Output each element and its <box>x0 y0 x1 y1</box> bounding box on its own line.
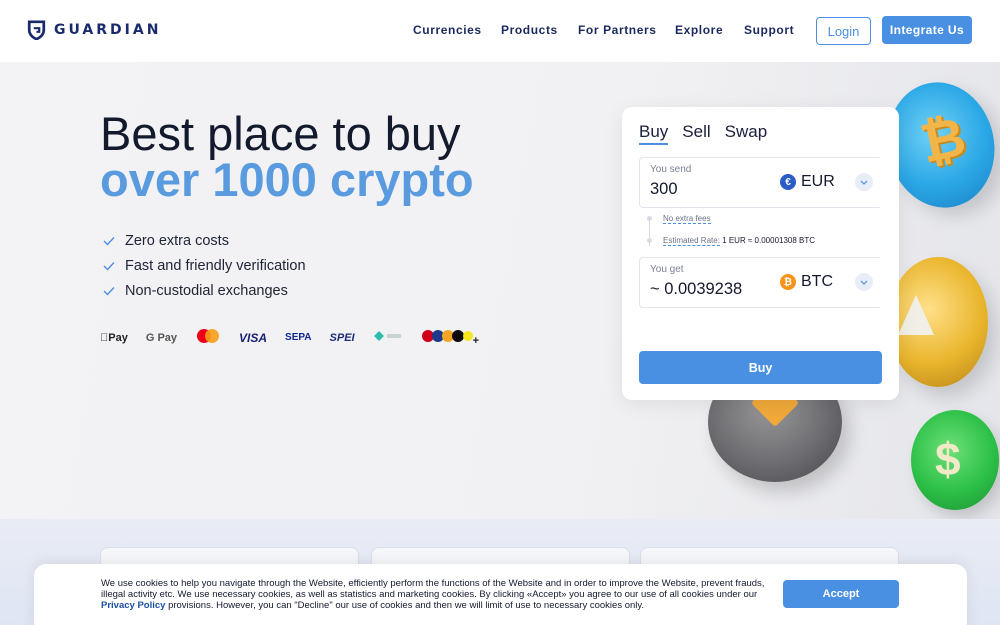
mastercard-icon <box>195 328 221 347</box>
logo-text: GUARDIAN <box>54 22 162 38</box>
cookie-text: We use cookies to help you navigate thro… <box>101 578 771 611</box>
google-pay-icon: G Pay <box>137 331 177 344</box>
rate-dot <box>647 238 652 243</box>
apple-logo-icon:  <box>100 332 108 344</box>
no-fees-label: No extra fees <box>663 214 711 224</box>
hero-title-line2: over 1000 crypto <box>100 153 474 206</box>
feature-label: Fast and friendly verification <box>125 257 306 274</box>
sepa-icon: SEPA <box>276 332 312 343</box>
cookie-text-part2: provisions. However, you can "Decline" o… <box>165 600 645 611</box>
nav-explore[interactable]: Explore <box>675 23 723 37</box>
send-amount-input[interactable]: 300 <box>650 180 678 199</box>
feature-item: Non-custodial exchanges <box>103 278 306 303</box>
get-currency-select[interactable]: ₿ BTC <box>770 258 882 307</box>
send-label: You send <box>650 164 692 175</box>
ethereum-symbol-icon <box>898 295 934 335</box>
check-icon <box>103 286 115 296</box>
feature-label: Non-custodial exchanges <box>125 282 288 299</box>
stablecoin-symbol: $ <box>935 433 961 485</box>
apple-pay-icon: Pay <box>100 332 128 344</box>
rate-value: 1 EUR ≈ 0.00001308 BTC <box>722 236 816 245</box>
ethereum-coin-icon <box>888 257 988 387</box>
tab-swap[interactable]: Swap <box>725 122 768 145</box>
feature-label: Zero extra costs <box>125 232 229 249</box>
check-icon <box>103 236 115 246</box>
bitcoin-symbol: ₿ <box>915 106 971 175</box>
rate-label: Estimated Rate: <box>663 236 720 246</box>
get-currency-code: BTC <box>801 273 833 290</box>
no-fees-note[interactable]: No extra fees <box>663 214 711 224</box>
nav-support[interactable]: Support <box>744 23 794 37</box>
nav-currencies[interactable]: Currencies <box>413 23 482 37</box>
apple-pay-label: Pay <box>100 331 128 344</box>
nav-for-partners[interactable]: For Partners <box>578 23 657 37</box>
login-button[interactable]: Login <box>816 17 871 45</box>
guardian-shield-icon <box>27 20 46 40</box>
tab-sell[interactable]: Sell <box>682 122 710 145</box>
privacy-policy-link[interactable]: Privacy Policy <box>101 600 165 611</box>
buy-button[interactable]: Buy <box>639 351 882 384</box>
payment-methods: Pay G Pay VISA SEPA SPEI + <box>100 328 497 347</box>
rate-dot <box>647 216 652 221</box>
exchange-widget: Buy Sell Swap You send 300 € EUR No extr… <box>622 107 899 400</box>
feature-item: Fast and friendly verification <box>103 253 306 278</box>
chevron-down-icon[interactable] <box>855 273 873 291</box>
spei-icon: SPEI <box>321 331 355 344</box>
eur-icon: € <box>780 174 796 190</box>
send-currency-select[interactable]: € EUR <box>770 158 882 207</box>
get-field[interactable]: You get ~ 0.0039238 ₿ BTC <box>639 257 882 308</box>
btc-icon: ₿ <box>780 274 796 290</box>
visa-icon: VISA <box>230 330 267 345</box>
tab-buy[interactable]: Buy <box>639 122 669 145</box>
logo[interactable]: GUARDIAN <box>27 20 161 40</box>
integrate-us-button[interactable]: Integrate Us <box>882 16 972 44</box>
stablecoin-coin-icon: $ <box>911 410 999 510</box>
cookie-text-part1: We use cookies to help you navigate thro… <box>101 578 765 600</box>
get-amount-output: ~ 0.0039238 <box>650 280 743 298</box>
accept-cookies-button[interactable]: Accept <box>783 580 899 608</box>
check-icon <box>103 261 115 271</box>
chevron-down-icon[interactable] <box>855 173 873 191</box>
send-field[interactable]: You send 300 € EUR <box>639 157 882 208</box>
header: GUARDIAN Currencies Products For Partner… <box>0 0 1000 62</box>
get-label: You get <box>650 264 684 275</box>
nav-products[interactable]: Products <box>501 23 558 37</box>
send-currency-code: EUR <box>801 173 835 190</box>
estimated-rate[interactable]: Estimated Rate: 1 EUR ≈ 0.00001308 BTC <box>663 236 816 246</box>
feature-list: Zero extra costs Fast and friendly verif… <box>103 228 306 303</box>
local-payments-icon: + <box>421 328 479 347</box>
feature-item: Zero extra costs <box>103 228 306 253</box>
more-methods-label: + <box>473 335 479 347</box>
exchange-tabs: Buy Sell Swap <box>639 122 767 145</box>
cookie-banner: We use cookies to help you navigate thro… <box>34 564 967 625</box>
pix-icon <box>373 330 403 345</box>
